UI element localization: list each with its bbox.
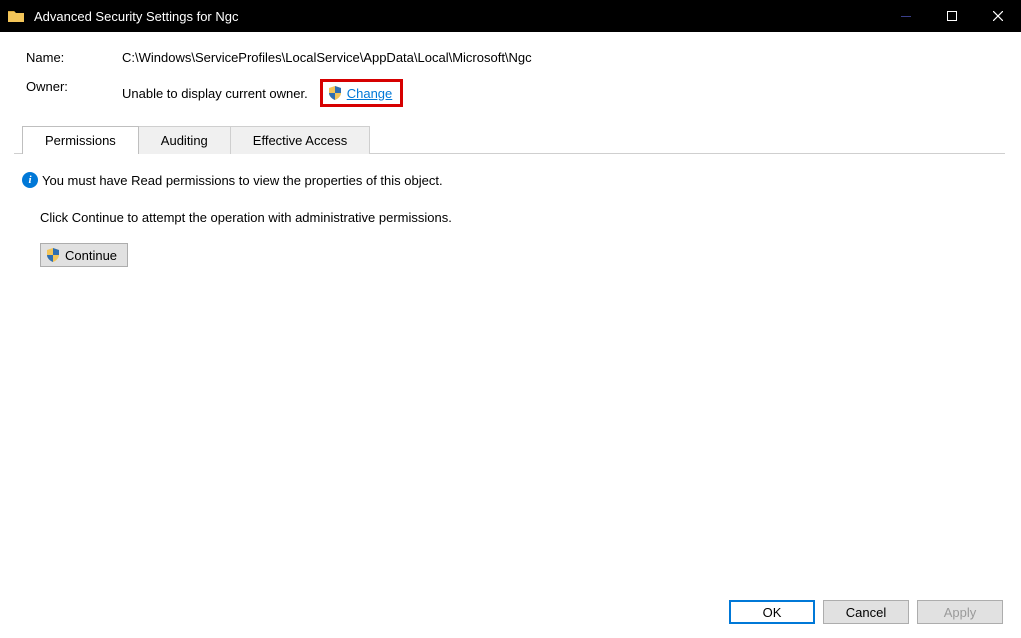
uac-shield-icon xyxy=(327,85,343,101)
titlebar: Advanced Security Settings for Ngc xyxy=(0,0,1021,32)
uac-shield-icon xyxy=(45,247,61,263)
owner-value: Unable to display current owner. xyxy=(122,86,308,101)
tab-effective-access[interactable]: Effective Access xyxy=(230,126,370,154)
tab-auditing[interactable]: Auditing xyxy=(138,126,231,154)
continue-button[interactable]: Continue xyxy=(40,243,128,267)
name-value: C:\Windows\ServiceProfiles\LocalService\… xyxy=(122,50,1005,65)
tab-row: Permissions Auditing Effective Access xyxy=(22,125,1005,153)
tab-body: i You must have Read permissions to view… xyxy=(14,154,1005,594)
tab-permissions[interactable]: Permissions xyxy=(22,126,139,154)
permission-note-text: You must have Read permissions to view t… xyxy=(42,173,443,188)
footer-buttons: OK Cancel Apply xyxy=(14,594,1005,626)
cancel-button[interactable]: Cancel xyxy=(823,600,909,624)
apply-button[interactable]: Apply xyxy=(917,600,1003,624)
owner-value-row: Unable to display current owner. Change xyxy=(122,79,1005,107)
minimize-button[interactable] xyxy=(883,0,929,32)
name-label: Name: xyxy=(26,50,122,65)
change-owner-highlight: Change xyxy=(320,79,404,107)
info-grid: Name: C:\Windows\ServiceProfiles\LocalSe… xyxy=(14,50,1005,107)
change-owner-link[interactable]: Change xyxy=(347,86,393,101)
ok-button[interactable]: OK xyxy=(729,600,815,624)
client-area: Name: C:\Windows\ServiceProfiles\LocalSe… xyxy=(0,32,1021,638)
maximize-button[interactable] xyxy=(929,0,975,32)
owner-label: Owner: xyxy=(26,79,122,107)
info-icon: i xyxy=(22,172,38,188)
permission-note-row: i You must have Read permissions to view… xyxy=(22,172,993,188)
continue-button-label: Continue xyxy=(65,248,117,263)
close-button[interactable] xyxy=(975,0,1021,32)
window-title: Advanced Security Settings for Ngc xyxy=(34,9,239,24)
continue-instruction: Click Continue to attempt the operation … xyxy=(40,210,993,225)
folder-icon xyxy=(8,9,24,23)
